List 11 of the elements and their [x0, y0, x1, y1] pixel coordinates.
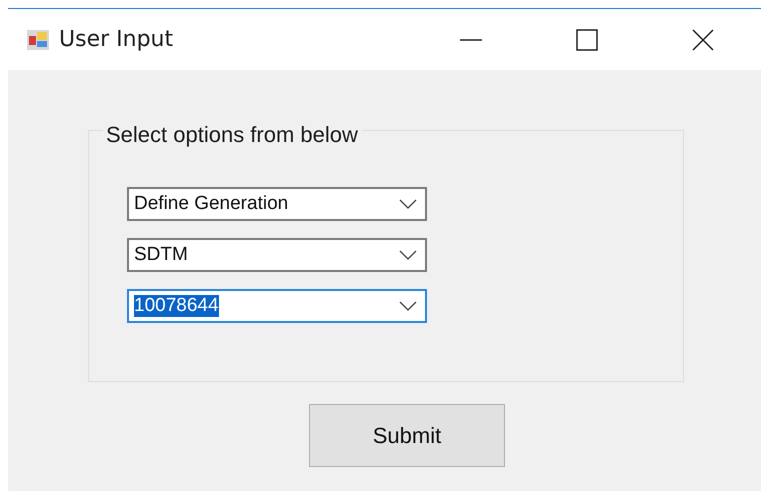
window-title: User Input	[59, 27, 174, 52]
app-icon	[27, 30, 49, 50]
dropdown[interactable]: 10078644	[127, 289, 427, 323]
dropdown[interactable]: Define Generation	[127, 187, 427, 221]
chevron-down-icon[interactable]	[399, 199, 417, 209]
chevron-down-icon[interactable]	[399, 250, 417, 260]
dropdown[interactable]: SDTM	[127, 238, 427, 272]
chevron-down-icon[interactable]	[399, 301, 417, 311]
maximize-icon[interactable]	[575, 28, 599, 52]
close-icon[interactable]	[691, 28, 715, 52]
submit-button[interactable]: Submit	[309, 404, 505, 467]
